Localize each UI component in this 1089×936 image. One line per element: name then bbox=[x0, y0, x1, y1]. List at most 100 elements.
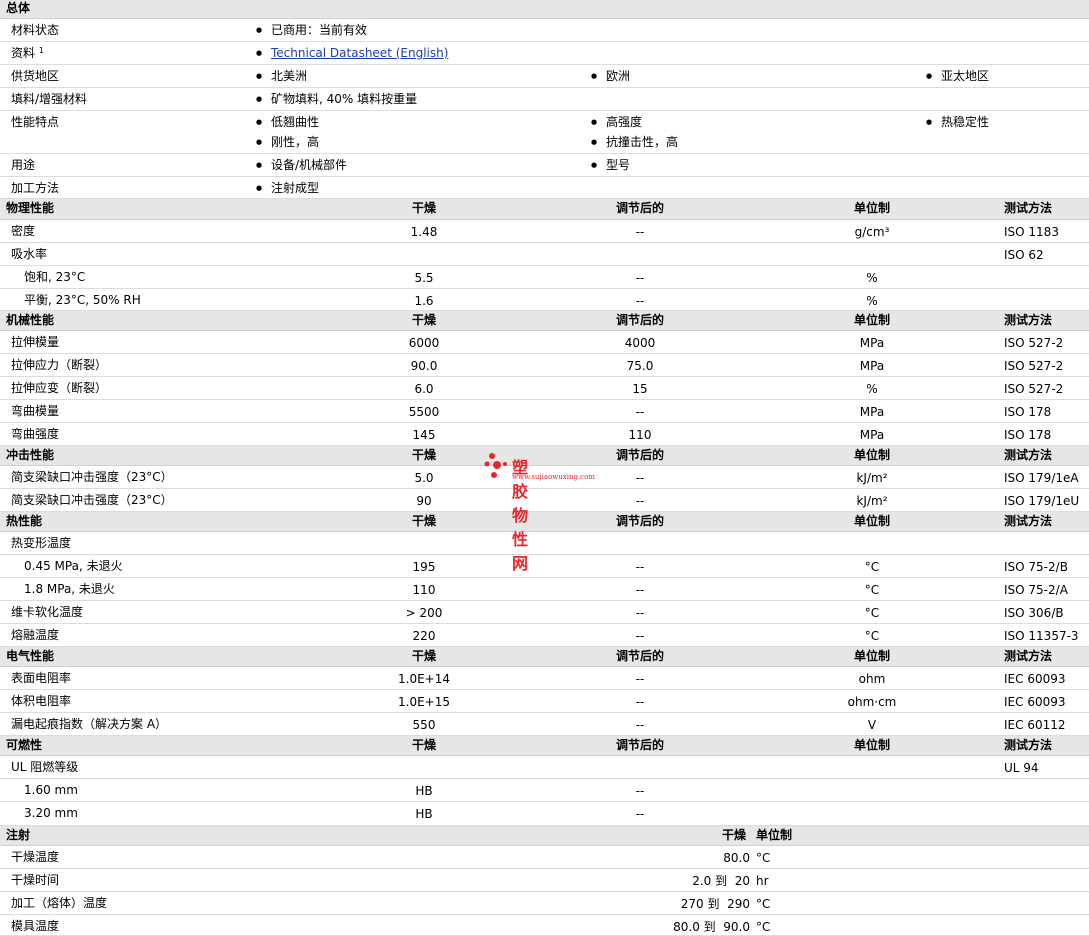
value-dry: 1.6 bbox=[414, 294, 434, 308]
property-name: 弯曲强度 bbox=[11, 427, 60, 441]
injection-value: 2.0 到 20 bbox=[692, 874, 750, 888]
column-header-unit: 单位制 bbox=[853, 313, 891, 327]
property-name: 平衡, 23°C, 50% RH bbox=[24, 293, 141, 307]
property-row: 弯曲强度 145 110 MPa ISO 178 bbox=[0, 423, 1089, 446]
injection-value: 80.0 到 90.0 bbox=[673, 920, 750, 934]
features-label: 性能特点 bbox=[11, 115, 60, 129]
column-header-method: 测试方法 bbox=[1004, 313, 1053, 327]
value-conditioned: 75.0 bbox=[626, 359, 654, 373]
property-name: 热变形温度 bbox=[11, 536, 72, 550]
property-name: 简支梁缺口冲击强度（23°C） bbox=[11, 493, 173, 507]
value-dry: 1.48 bbox=[410, 225, 438, 239]
injection-unit: °C bbox=[756, 920, 771, 934]
value-dry: 6000 bbox=[408, 336, 440, 350]
value-dry: 195 bbox=[412, 560, 436, 574]
column-header-method: 测试方法 bbox=[1004, 448, 1053, 462]
test-method: ISO 75-2/A bbox=[1004, 583, 1068, 597]
material-status-value: 已商用：当前有效 bbox=[256, 23, 367, 38]
injection-dry-header: 干燥 bbox=[722, 828, 747, 842]
property-name: 1.8 MPa, 未退火 bbox=[24, 582, 115, 596]
value-unit: MPa bbox=[859, 428, 885, 442]
column-header-unit: 单位制 bbox=[853, 738, 891, 752]
section-header: 可燃性 干燥 调节后的 单位制 测试方法 bbox=[0, 736, 1089, 756]
section-header: 电气性能 干燥 调节后的 单位制 测试方法 bbox=[0, 647, 1089, 667]
test-method: ISO 306/B bbox=[1004, 606, 1064, 620]
value-conditioned: -- bbox=[635, 718, 645, 732]
value-conditioned: -- bbox=[635, 471, 645, 485]
test-method: IEC 60112 bbox=[1004, 718, 1066, 732]
value-unit: °C bbox=[864, 560, 880, 574]
value-conditioned: -- bbox=[635, 583, 645, 597]
section-header: 冲击性能 干燥 调节后的 单位制 测试方法 bbox=[0, 446, 1089, 466]
property-row: 3.20 mm HB -- bbox=[0, 802, 1089, 826]
value-dry: 550 bbox=[412, 718, 436, 732]
property-name: 拉伸应变（断裂） bbox=[11, 381, 108, 395]
value-conditioned: -- bbox=[635, 695, 645, 709]
injection-unit-header: 单位制 bbox=[756, 828, 793, 842]
technical-datasheet-link[interactable]: Technical Datasheet (English) bbox=[271, 46, 448, 60]
column-header-method: 测试方法 bbox=[1004, 738, 1053, 752]
value-dry: 5.5 bbox=[414, 271, 434, 285]
section-title: 机械性能 bbox=[6, 313, 55, 327]
injection-row: 干燥温度 80.0 °C bbox=[0, 846, 1089, 869]
value-dry: 6.0 bbox=[414, 382, 434, 396]
test-method: IEC 60093 bbox=[1004, 695, 1066, 709]
uses-label: 用途 bbox=[11, 158, 36, 172]
property-row: 表面电阻率 1.0E+14 -- ohm IEC 60093 bbox=[0, 667, 1089, 690]
use-profiles: 型号 bbox=[591, 158, 630, 173]
property-name: 3.20 mm bbox=[24, 806, 78, 820]
filler-label: 填料/增强材料 bbox=[11, 92, 88, 106]
column-header-conditioned: 调节后的 bbox=[615, 514, 665, 528]
feature-high-rigidity: 刚性，高 bbox=[256, 135, 319, 150]
injection-row: 干燥时间 2.0 到 20 hr bbox=[0, 869, 1089, 892]
property-name: 吸水率 bbox=[11, 247, 48, 261]
column-header-conditioned: 调节后的 bbox=[615, 649, 665, 663]
feature-high-impact: 抗撞击性，高 bbox=[591, 135, 678, 150]
value-unit: MPa bbox=[859, 336, 885, 350]
property-row: 密度 1.48 -- g/cm³ ISO 1183 bbox=[0, 220, 1089, 243]
section-header: 机械性能 干燥 调节后的 单位制 测试方法 bbox=[0, 311, 1089, 331]
property-row: 吸水率 ISO 62 bbox=[0, 243, 1089, 266]
property-name: 维卡软化温度 bbox=[11, 605, 84, 619]
value-conditioned: -- bbox=[635, 271, 645, 285]
value-dry: 1.0E+14 bbox=[398, 672, 450, 686]
property-name: 弯曲模量 bbox=[11, 404, 60, 418]
property-name: 简支梁缺口冲击强度（23°C） bbox=[11, 470, 173, 484]
watermark-url: www.sujiaowuxing.com bbox=[512, 473, 595, 481]
property-row: 0.45 MPa, 未退火 195 -- °C ISO 75-2/B bbox=[0, 555, 1089, 578]
property-name: 表面电阻率 bbox=[11, 671, 72, 685]
value-dry: 1.0E+15 bbox=[398, 695, 450, 709]
injection-value: 80.0 bbox=[723, 851, 750, 865]
injection-unit: °C bbox=[756, 851, 771, 865]
injection-title: 注射 bbox=[6, 828, 31, 842]
column-header-dry: 干燥 bbox=[411, 448, 437, 462]
processing-value: 注射成型 bbox=[256, 181, 319, 196]
value-unit: kJ/m² bbox=[856, 471, 888, 485]
injection-row: 加工（熔体）温度 270 到 290 °C bbox=[0, 892, 1089, 915]
general-title: 总体 bbox=[6, 1, 31, 15]
feature-high-strength: 高强度 bbox=[591, 115, 642, 130]
value-unit: % bbox=[866, 271, 878, 285]
datasheet-label: 资料 1 bbox=[11, 46, 44, 60]
filler-row: 填料/增强材料 矿物填料, 40% 填料按重量 bbox=[0, 88, 1089, 111]
test-method: ISO 179/1eU bbox=[1004, 494, 1080, 508]
column-header-method: 测试方法 bbox=[1004, 514, 1053, 528]
property-name: 0.45 MPa, 未退火 bbox=[24, 559, 123, 573]
section-title: 热性能 bbox=[6, 514, 43, 528]
injection-unit: hr bbox=[756, 874, 769, 888]
section-header: 物理性能 干燥 调节后的 单位制 测试方法 bbox=[0, 199, 1089, 220]
value-dry: 145 bbox=[412, 428, 436, 442]
test-method: ISO 62 bbox=[1004, 248, 1044, 262]
use-machine-parts: 设备/机械部件 bbox=[256, 158, 347, 173]
features-row: 性能特点 低翘曲性 高强度 热稳定性 刚性，高 抗撞击性，高 bbox=[0, 111, 1089, 154]
value-conditioned: -- bbox=[635, 606, 645, 620]
column-header-dry: 干燥 bbox=[411, 201, 437, 215]
watermark-title: 塑胶物性网 bbox=[512, 458, 530, 573]
test-method: ISO 178 bbox=[1004, 405, 1052, 419]
test-method: UL 94 bbox=[1004, 761, 1039, 775]
test-method: ISO 527-2 bbox=[1004, 336, 1064, 350]
property-row: 漏电起痕指数（解决方案 A） 550 -- V IEC 60112 bbox=[0, 713, 1089, 736]
column-header-unit: 单位制 bbox=[853, 514, 891, 528]
column-header-unit: 单位制 bbox=[853, 201, 891, 215]
property-row: 热变形温度 bbox=[0, 532, 1089, 555]
